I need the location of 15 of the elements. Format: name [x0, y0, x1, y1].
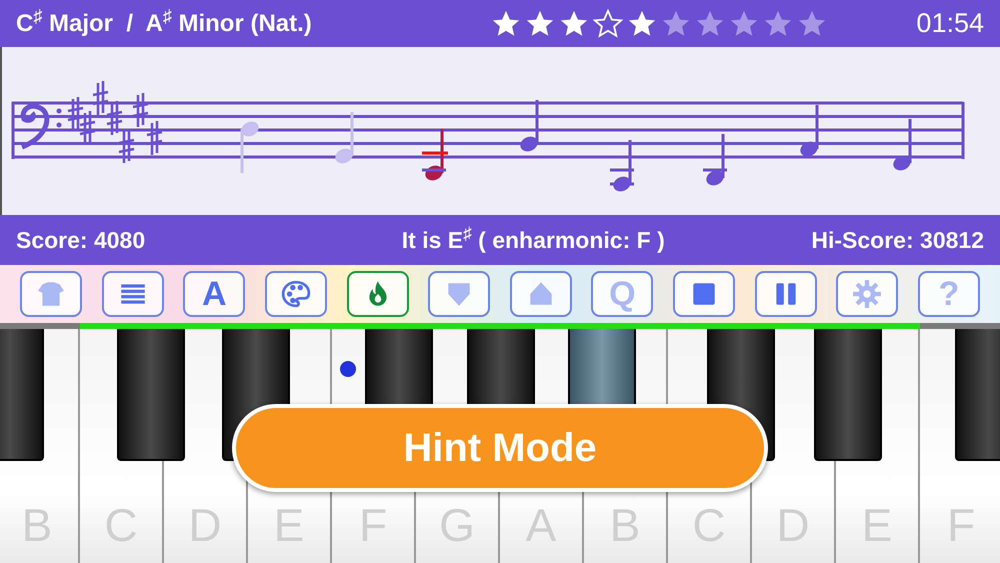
palette-icon — [280, 279, 311, 309]
answer-text: It is E$^{♯}$ ( enharmonic: F ) — [402, 222, 665, 255]
toolbar-button[interactable] — [264, 271, 327, 317]
toolbar-button[interactable]: A — [183, 271, 246, 317]
toolbar-button[interactable] — [673, 271, 735, 317]
timer: 01:54 — [916, 7, 984, 40]
key-title: C$^{♯}$ Major / A$^{♯}$ Minor (Nat.) — [16, 6, 312, 38]
score-label: Score: 4080 — [16, 226, 146, 255]
hint-mode-toast: Hint Mode — [232, 404, 768, 492]
shirt-icon — [36, 279, 66, 309]
toolbar-button[interactable] — [102, 271, 164, 317]
hi-score-label: Hi-Score: 30812 — [811, 226, 984, 255]
toolbar-button[interactable] — [346, 271, 408, 317]
toolbar-button[interactable] — [754, 271, 817, 317]
settings-icon — [852, 279, 882, 309]
